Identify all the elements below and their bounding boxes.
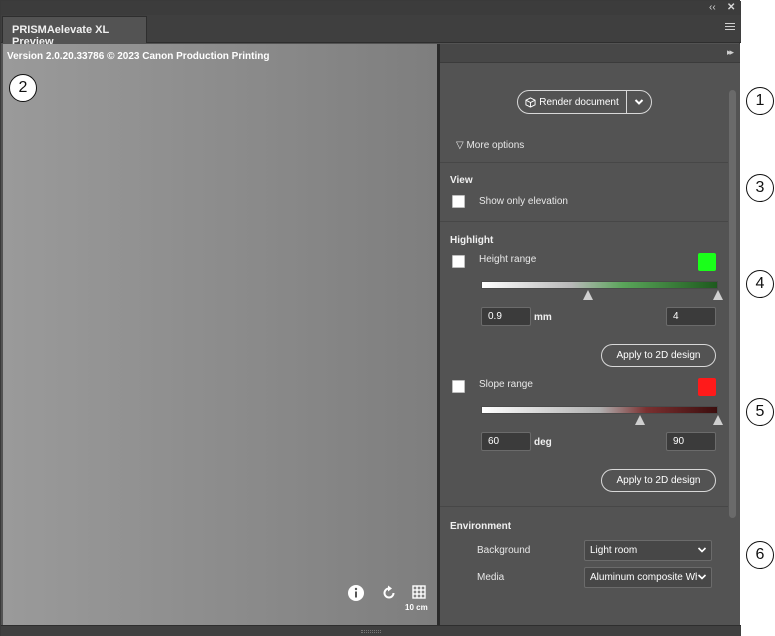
height-range-slider[interactable] bbox=[481, 281, 718, 289]
show-only-elevation-checkbox[interactable] bbox=[452, 195, 465, 208]
chevron-down-icon bbox=[634, 99, 644, 105]
media-select-value: Aluminum composite Wh bbox=[590, 572, 701, 583]
section-divider bbox=[440, 506, 728, 507]
slope-range-checkbox[interactable] bbox=[452, 380, 465, 393]
media-select[interactable]: Aluminum composite Wh bbox=[584, 567, 712, 588]
options-sidebar: ▸▸ Render document ▽ More options View S… bbox=[440, 44, 740, 625]
callout-4: 4 bbox=[746, 270, 774, 298]
height-max-input[interactable]: 4 bbox=[666, 307, 716, 326]
slope-max-thumb[interactable] bbox=[713, 415, 723, 425]
background-select-value: Light room bbox=[590, 545, 638, 556]
close-icon[interactable]: ✕ bbox=[727, 2, 735, 14]
collapse-sidebar-icon[interactable]: ▸▸ bbox=[727, 47, 734, 58]
prisma-preview-panel: ‹‹ ✕ PRISMAelevate XL Preview Version 2.… bbox=[0, 0, 741, 636]
section-divider bbox=[440, 162, 728, 163]
height-range-label: Height range bbox=[479, 254, 537, 265]
slope-unit: deg bbox=[534, 437, 552, 448]
collapse-icon[interactable]: ‹‹ bbox=[709, 2, 716, 14]
chevron-down-icon bbox=[697, 547, 707, 553]
callout-6: 6 bbox=[746, 541, 774, 569]
height-unit: mm bbox=[534, 312, 552, 323]
reset-view-icon[interactable] bbox=[380, 584, 398, 602]
height-color-swatch[interactable] bbox=[698, 253, 716, 271]
view-section-title: View bbox=[450, 175, 473, 186]
show-only-elevation-label: Show only elevation bbox=[479, 196, 568, 207]
resize-grip[interactable] bbox=[361, 630, 381, 633]
version-text: Version 2.0.20.33786 © 2023 Canon Produc… bbox=[7, 51, 270, 62]
tab-row: PRISMAelevate XL Preview bbox=[1, 15, 741, 48]
render-document-button[interactable]: Render document bbox=[518, 91, 627, 113]
highlight-section-title: Highlight bbox=[450, 235, 494, 246]
render-split-button: Render document bbox=[517, 90, 652, 114]
apply-height-to-2d-button[interactable]: Apply to 2D design bbox=[601, 344, 716, 367]
render-document-label: Render document bbox=[539, 96, 619, 108]
sidebar-scrollbar[interactable] bbox=[729, 90, 736, 518]
grid-scale-label: 10 cm bbox=[405, 603, 428, 612]
slope-min-input[interactable]: 60 bbox=[481, 432, 531, 451]
panel-menu-icon[interactable] bbox=[725, 23, 735, 32]
section-divider bbox=[440, 221, 728, 222]
panel-titlebar: ‹‹ ✕ bbox=[1, 1, 741, 15]
height-range-checkbox[interactable] bbox=[452, 255, 465, 268]
slope-min-thumb[interactable] bbox=[634, 415, 645, 425]
slope-max-input[interactable]: 90 bbox=[666, 432, 716, 451]
height-min-input[interactable]: 0.9 bbox=[481, 307, 531, 326]
slope-range-label: Slope range bbox=[479, 379, 533, 390]
render-options-dropdown[interactable] bbox=[627, 91, 651, 113]
callout-1: 1 bbox=[746, 87, 774, 115]
preview-viewport[interactable]: Version 2.0.20.33786 © 2023 Canon Produc… bbox=[3, 44, 437, 625]
height-max-thumb[interactable] bbox=[713, 290, 723, 300]
callout-3: 3 bbox=[746, 174, 774, 202]
cube-icon bbox=[525, 96, 536, 108]
slope-range-slider[interactable] bbox=[481, 406, 718, 414]
panel-bottom-bar bbox=[1, 625, 741, 636]
background-select[interactable]: Light room bbox=[584, 540, 712, 561]
environment-section-title: Environment bbox=[450, 521, 512, 532]
info-icon[interactable] bbox=[347, 584, 365, 602]
slope-color-swatch[interactable] bbox=[698, 378, 716, 396]
background-label: Background bbox=[477, 545, 531, 556]
tab-prisma-preview[interactable]: PRISMAelevate XL Preview bbox=[2, 16, 147, 48]
media-label: Media bbox=[477, 572, 505, 583]
more-options-toggle[interactable]: ▽ More options bbox=[456, 140, 524, 151]
sidebar-header: ▸▸ bbox=[440, 44, 740, 63]
apply-slope-to-2d-button[interactable]: Apply to 2D design bbox=[601, 469, 716, 492]
callout-5: 5 bbox=[746, 398, 774, 426]
grid-icon[interactable] bbox=[410, 583, 428, 601]
chevron-down-icon bbox=[697, 572, 707, 582]
callout-2: 2 bbox=[9, 74, 37, 102]
height-min-thumb[interactable] bbox=[582, 290, 593, 300]
